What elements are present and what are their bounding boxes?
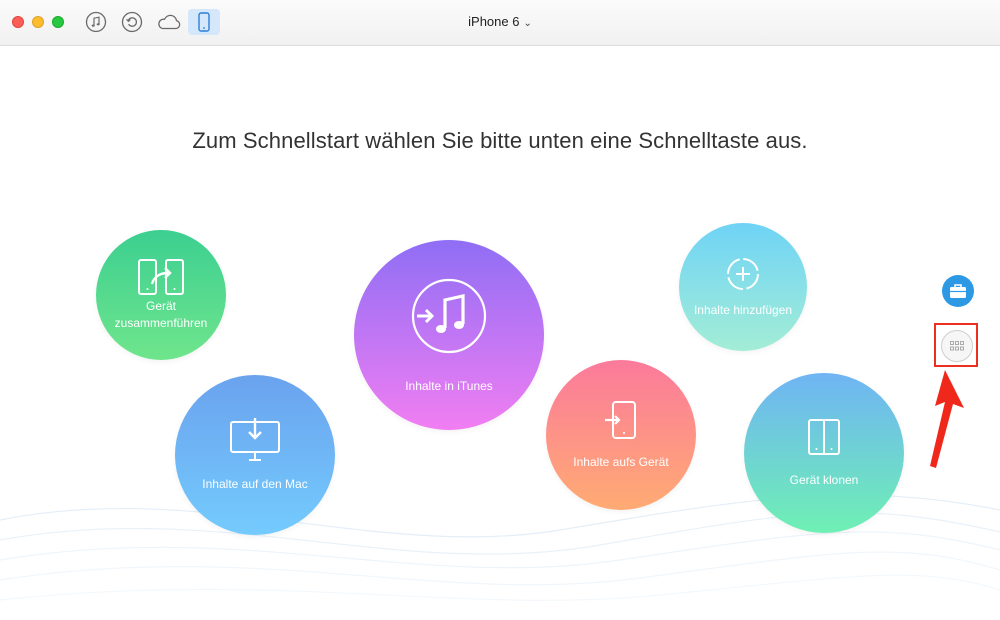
device-selector[interactable]: iPhone 6 ⌄ (0, 14, 1000, 29)
merge-devices-icon (138, 259, 184, 295)
title-bar: iPhone 6 ⌄ (0, 0, 1000, 46)
chevron-down-icon: ⌄ (523, 18, 532, 29)
clone-device-button[interactable]: Gerät klonen (744, 373, 904, 533)
merge-label-line2: zusammenführen (114, 316, 208, 330)
content-to-itunes-label: Inhalte in iTunes (405, 378, 493, 393)
annotation-arrow (930, 370, 964, 468)
transfer-to-device-icon (605, 400, 636, 439)
content-to-itunes-button[interactable]: Inhalte in iTunes (354, 240, 544, 430)
merge-devices-button[interactable]: Gerät zusammenführen (96, 230, 226, 360)
device-name: iPhone 6 (468, 14, 520, 29)
merge-label-line1: Gerät (145, 299, 176, 313)
more-functions-button[interactable] (941, 330, 973, 362)
add-content-label: Inhalte hinzufügen (693, 302, 793, 317)
content-to-mac-label: Inhalte auf den Mac (202, 476, 308, 491)
add-content-icon (727, 257, 759, 290)
content-to-device-label: Inhalte aufs Gerät (573, 454, 669, 469)
content-to-device-button[interactable]: Inhalte aufs Gerät (546, 360, 696, 510)
itunes-icon (411, 278, 487, 353)
toolbox-icon (950, 284, 966, 298)
download-to-mac-icon (230, 417, 280, 461)
grid-icon (950, 341, 964, 351)
clone-device-icon (808, 418, 840, 455)
add-content-button[interactable]: Inhalte hinzufügen (679, 223, 807, 351)
page-headline: Zum Schnellstart wählen Sie bitte unten … (192, 128, 808, 153)
merge-devices-label: Gerät zusammenführen (106, 298, 216, 332)
toolbox-button[interactable] (942, 275, 974, 307)
content-to-mac-button[interactable]: Inhalte auf den Mac (175, 375, 335, 535)
clone-device-label: Gerät klonen (789, 472, 859, 487)
